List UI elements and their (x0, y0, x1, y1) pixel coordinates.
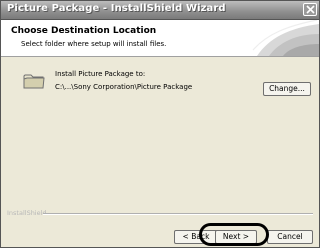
wizard-header: Choose Destination Location Select folde… (1, 20, 319, 57)
cancel-button[interactable]: Cancel (267, 230, 313, 244)
window-title: Picture Package - InstallShield Wizard (7, 3, 226, 14)
close-button[interactable] (303, 3, 317, 16)
installshield-brand: InstallShield (7, 209, 47, 217)
change-button[interactable]: Change... (263, 82, 311, 96)
install-path: C:\...\Sony Corporation\Picture Package (55, 83, 193, 91)
header-subtitle: Select folder where setup will install f… (21, 40, 167, 48)
installer-window: Picture Package - InstallShield Wizard C… (0, 0, 320, 248)
next-button-highlight-ring (199, 223, 269, 246)
install-to-label: Install Picture Package to: (55, 70, 146, 78)
folder-icon (23, 74, 45, 89)
footer-divider (43, 213, 313, 215)
close-icon (306, 5, 315, 14)
header-swirl-graphic (252, 20, 319, 56)
header-title: Choose Destination Location (11, 26, 157, 36)
title-bar[interactable]: Picture Package - InstallShield Wizard (1, 1, 319, 20)
